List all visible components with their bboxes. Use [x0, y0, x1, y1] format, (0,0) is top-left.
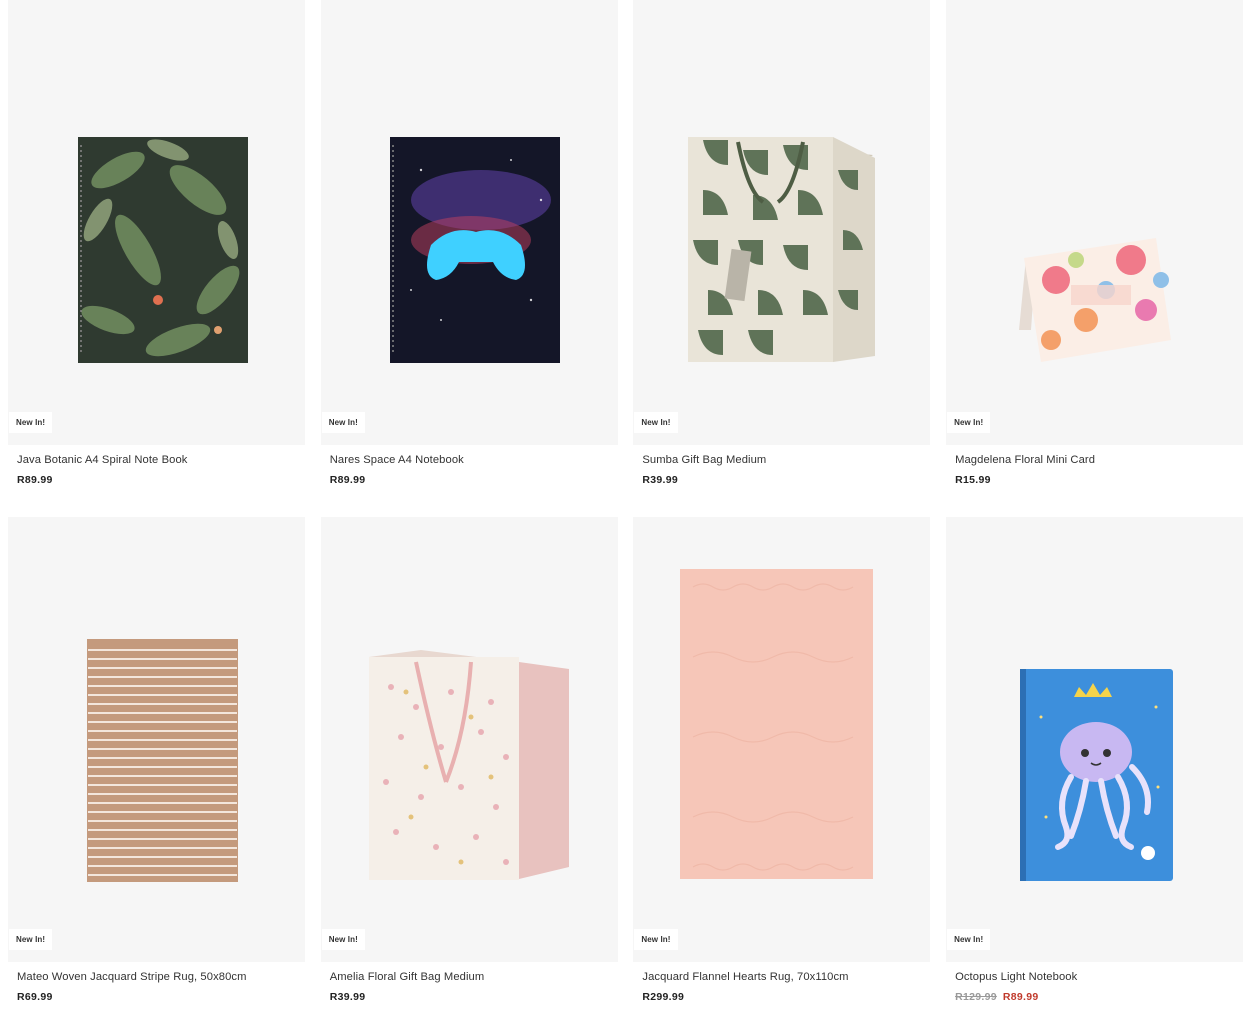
new-in-badge: New In! — [634, 929, 678, 950]
product-name[interactable]: Amelia Floral Gift Bag Medium — [330, 971, 485, 983]
stripe-rug-image — [87, 639, 238, 882]
new-in-badge: New In! — [947, 929, 991, 950]
new-in-badge: New In! — [321, 929, 365, 950]
new-in-badge: New In! — [634, 412, 678, 433]
product-name[interactable]: Jacquard Flannel Hearts Rug, 70x110cm — [642, 971, 848, 983]
pink-rug-image — [680, 569, 874, 879]
product-image[interactable]: New In! — [320, 517, 618, 962]
space-notebook-image — [389, 137, 560, 363]
botanic-notebook-image — [78, 137, 248, 363]
price-value: R39.99 — [642, 474, 679, 486]
product-image[interactable]: New In! — [320, 0, 618, 445]
product-card[interactable]: New In! Amelia Floral Gift Bag Medium R3… — [320, 517, 618, 1034]
product-name[interactable]: Mateo Woven Jacquard Stripe Rug, 50x80cm — [17, 971, 247, 983]
new-in-badge: New In! — [9, 412, 53, 433]
price-value: R89.99 — [329, 474, 366, 486]
geometric-gift-bag-image — [688, 137, 876, 362]
product-image[interactable]: New In! — [633, 517, 931, 962]
product-card[interactable]: New In! Mateo Woven Jacquard Stripe Rug,… — [8, 517, 305, 1034]
product-price: R39.99 — [330, 991, 366, 1003]
product-card[interactable]: New In! Magdelena Floral Mini Card R15.9… — [946, 0, 1244, 517]
product-price: R89.99 — [17, 474, 53, 486]
octopus-notebook-image — [1020, 669, 1174, 881]
original-price: R129.99 — [955, 991, 997, 1003]
product-card[interactable]: New In! Sumba Gift Bag Medium R39.99 — [633, 0, 931, 517]
product-card[interactable]: New In! Nares Space A4 Notebook R89.99 — [320, 0, 618, 517]
product-grid: New In! Java Botanic A4 Spiral Note Book… — [8, 0, 1244, 1034]
product-image[interactable]: New In! — [946, 0, 1244, 445]
price-value: R39.99 — [329, 991, 366, 1003]
product-name[interactable]: Sumba Gift Bag Medium — [642, 454, 766, 466]
product-price: R129.99 R89.99 — [955, 991, 1038, 1003]
product-price: R39.99 — [642, 474, 678, 486]
product-price: R15.99 — [955, 474, 991, 486]
product-name[interactable]: Nares Space A4 Notebook — [330, 454, 464, 466]
floral-card-image — [1019, 238, 1172, 362]
new-in-badge: New In! — [321, 412, 365, 433]
product-price: R299.99 — [642, 991, 684, 1003]
product-image[interactable]: New In! — [633, 0, 931, 445]
product-card[interactable]: New In! Jacquard Flannel Hearts Rug, 70x… — [633, 517, 931, 1034]
product-price: R69.99 — [17, 991, 53, 1003]
product-card[interactable]: New In! Java Botanic A4 Spiral Note Book… — [8, 0, 305, 517]
sale-price: R89.99 — [1002, 991, 1039, 1003]
price-value: R299.99 — [642, 991, 685, 1003]
price-value: R89.99 — [17, 474, 53, 486]
price-value: R15.99 — [955, 474, 991, 486]
product-name[interactable]: Java Botanic A4 Spiral Note Book — [17, 454, 188, 466]
floral-gift-bag-image — [368, 650, 569, 880]
product-image[interactable]: New In! — [946, 517, 1244, 962]
new-in-badge: New In! — [9, 929, 53, 950]
product-name[interactable]: Octopus Light Notebook — [955, 971, 1077, 983]
product-image[interactable]: New In! — [8, 517, 305, 962]
price-value: R69.99 — [17, 991, 53, 1003]
product-image[interactable]: New In! — [8, 0, 305, 445]
product-card[interactable]: New In! Octopus Light Notebook R129.99 R8… — [946, 517, 1244, 1034]
product-name[interactable]: Magdelena Floral Mini Card — [955, 454, 1095, 466]
new-in-badge: New In! — [947, 412, 991, 433]
product-price: R89.99 — [330, 474, 366, 486]
